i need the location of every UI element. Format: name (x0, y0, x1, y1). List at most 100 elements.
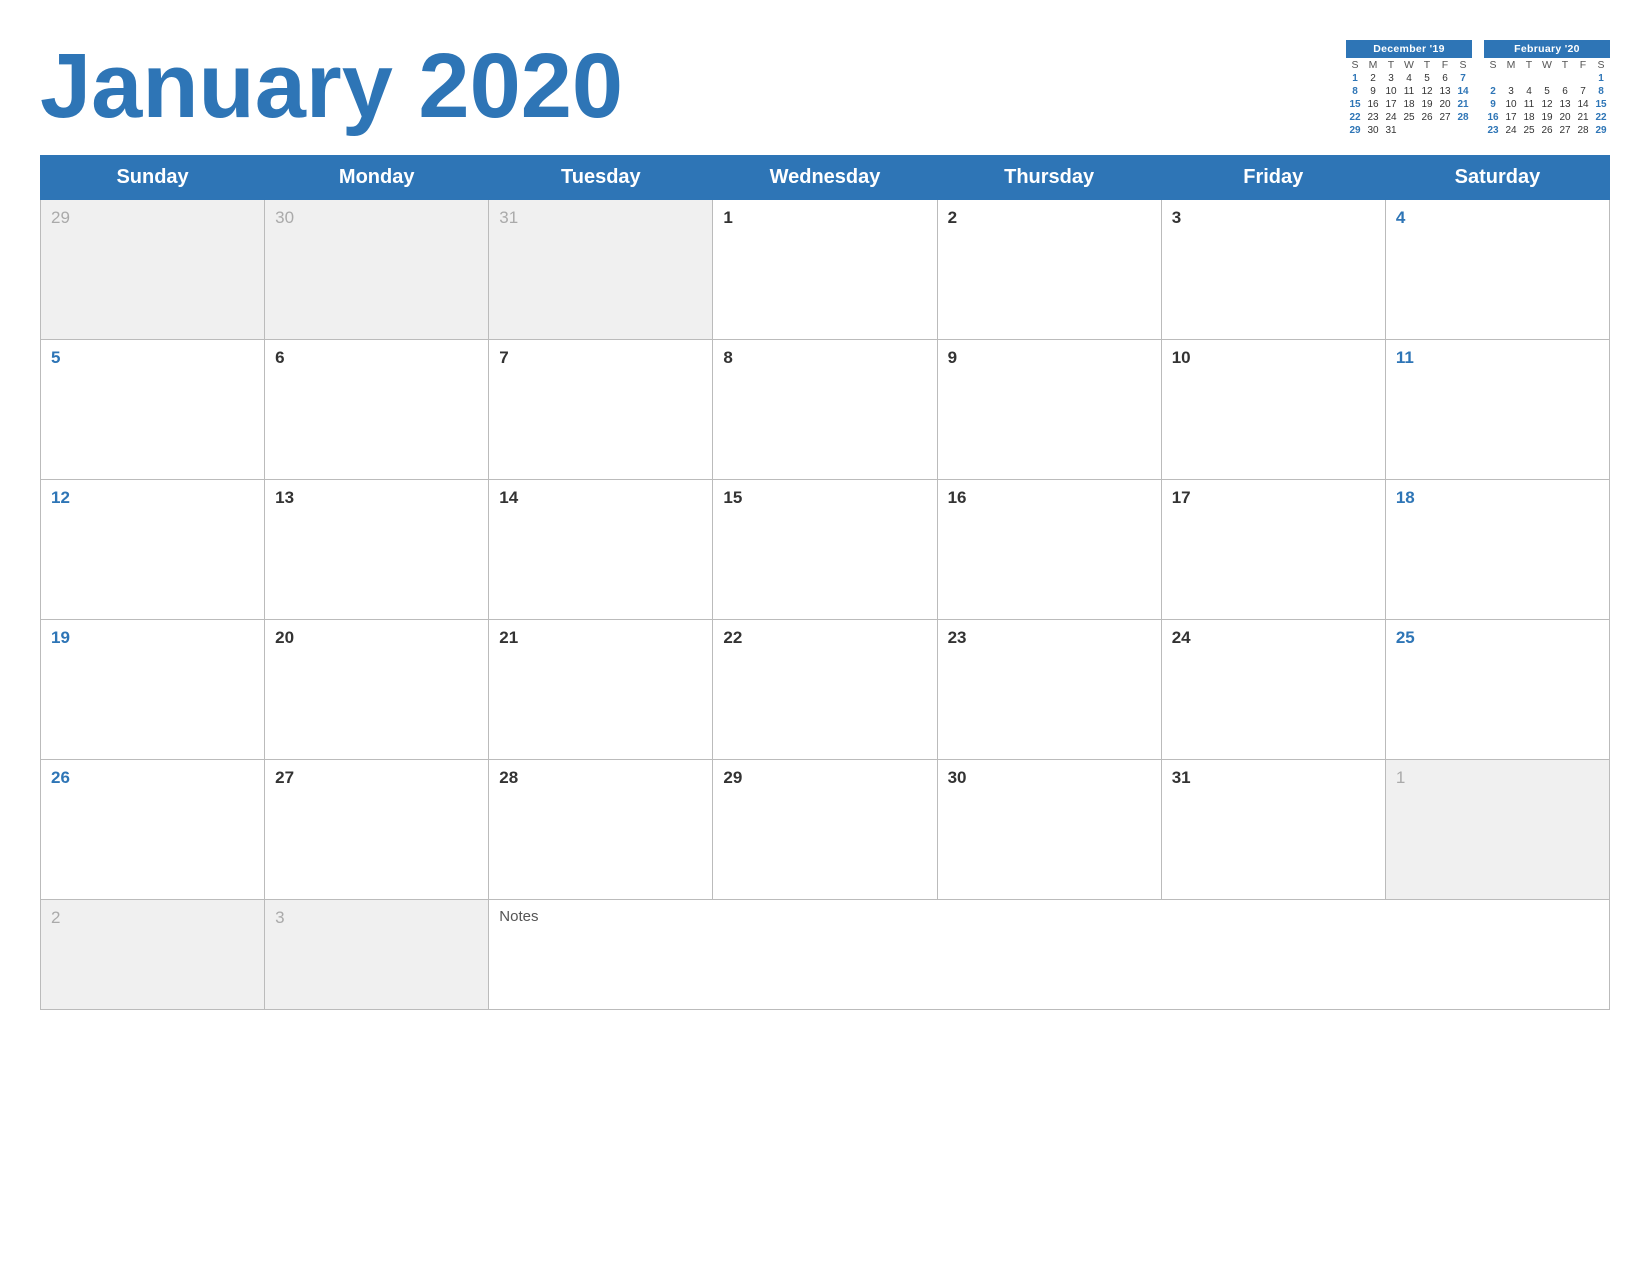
col-saturday: Saturday (1385, 156, 1609, 200)
mini-day: 2 (1364, 72, 1382, 85)
col-sunday: Sunday (41, 156, 265, 200)
calendar-day-jan13: 13 (265, 480, 489, 620)
mini-day: 9 (1484, 98, 1502, 111)
mini-col-wed: W (1538, 58, 1556, 72)
mini-day (1574, 72, 1592, 85)
calendar-day-jan17: 17 (1161, 480, 1385, 620)
header-area: January 2020 December '19 S M T W T F S … (40, 30, 1610, 137)
mini-day: 5 (1538, 85, 1556, 98)
mini-day: 3 (1502, 85, 1520, 98)
mini-col-fri: F (1436, 58, 1454, 72)
col-monday: Monday (265, 156, 489, 200)
calendar-day-jan14: 14 (489, 480, 713, 620)
calendar-day-jan7: 7 (489, 340, 713, 480)
calendar-day-dec29: 29 (41, 200, 265, 340)
calendar-day-jan31: 31 (1161, 760, 1385, 900)
mini-day: 26 (1418, 111, 1436, 124)
mini-day: 12 (1418, 85, 1436, 98)
mini-day: 15 (1346, 98, 1364, 111)
mini-day: 23 (1364, 111, 1382, 124)
mini-day: 30 (1364, 124, 1382, 137)
notes-row: 2 3 Notes (41, 900, 1610, 1010)
mini-day: 4 (1400, 72, 1418, 85)
mini-day (1556, 72, 1574, 85)
calendar-day-jan23: 23 (937, 620, 1161, 760)
mini-day: 14 (1574, 98, 1592, 111)
weekday-header-row: Sunday Monday Tuesday Wednesday Thursday… (41, 156, 1610, 200)
mini-day: 10 (1502, 98, 1520, 111)
mini-day: 22 (1592, 111, 1610, 124)
notes-cell: Notes (489, 900, 1610, 1010)
mini-day: 28 (1574, 124, 1592, 137)
col-thursday: Thursday (937, 156, 1161, 200)
mini-col-mon: M (1502, 58, 1520, 72)
calendar-day-jan26: 26 (41, 760, 265, 900)
calendar-day-jan21: 21 (489, 620, 713, 760)
calendar-day-jan15: 15 (713, 480, 937, 620)
calendar-day-jan30: 30 (937, 760, 1161, 900)
mini-day: 10 (1382, 85, 1400, 98)
col-tuesday: Tuesday (489, 156, 713, 200)
mini-day: 5 (1418, 72, 1436, 85)
mini-day: 11 (1400, 85, 1418, 98)
calendar-day-jan20: 20 (265, 620, 489, 760)
col-friday: Friday (1161, 156, 1385, 200)
mini-day: 26 (1538, 124, 1556, 137)
calendar-day-jan22: 22 (713, 620, 937, 760)
mini-day (1502, 72, 1520, 85)
mini-col-mon: M (1364, 58, 1382, 72)
calendar-day-feb2: 2 (41, 900, 265, 1010)
mini-day: 7 (1574, 85, 1592, 98)
mini-day: 27 (1556, 124, 1574, 137)
calendar-day-jan6: 6 (265, 340, 489, 480)
mini-col-sat: S (1592, 58, 1610, 72)
calendar-day-jan29: 29 (713, 760, 937, 900)
calendar-day-jan2: 2 (937, 200, 1161, 340)
calendar-day-jan9: 9 (937, 340, 1161, 480)
week-row: 12 13 14 15 16 17 18 (41, 480, 1610, 620)
calendar-day-jan8: 8 (713, 340, 937, 480)
mini-day: 21 (1574, 111, 1592, 124)
mini-day (1418, 124, 1436, 137)
mini-day: 29 (1592, 124, 1610, 137)
calendar-day-jan24: 24 (1161, 620, 1385, 760)
mini-day: 17 (1502, 111, 1520, 124)
mini-day: 18 (1520, 111, 1538, 124)
mini-day: 13 (1436, 85, 1454, 98)
mini-day: 6 (1556, 85, 1574, 98)
mini-day (1538, 72, 1556, 85)
mini-day: 20 (1556, 111, 1574, 124)
mini-col-sat: S (1454, 58, 1472, 72)
mini-col-thu: T (1556, 58, 1574, 72)
mini-day: 28 (1454, 111, 1472, 124)
main-calendar: Sunday Monday Tuesday Wednesday Thursday… (40, 155, 1610, 1010)
mini-day: 12 (1538, 98, 1556, 111)
mini-day: 24 (1502, 124, 1520, 137)
mini-day: 19 (1538, 111, 1556, 124)
mini-day: 13 (1556, 98, 1574, 111)
mini-day (1520, 72, 1538, 85)
mini-calendars: December '19 S M T W T F S 1 2 3 4 5 (1346, 40, 1610, 137)
mini-day: 8 (1346, 85, 1364, 98)
calendar-day-jan19: 19 (41, 620, 265, 760)
week-row: 29 30 31 1 2 3 4 (41, 200, 1610, 340)
calendar-day-dec31: 31 (489, 200, 713, 340)
calendar-day-jan10: 10 (1161, 340, 1385, 480)
mini-day: 23 (1484, 124, 1502, 137)
mini-day: 16 (1484, 111, 1502, 124)
mini-cal-feb: February '20 S M T W T F S (1484, 40, 1610, 137)
calendar-day-jan3: 3 (1161, 200, 1385, 340)
mini-day: 1 (1592, 72, 1610, 85)
mini-col-wed: W (1400, 58, 1418, 72)
mini-day: 25 (1400, 111, 1418, 124)
mini-day: 16 (1364, 98, 1382, 111)
page-title: January 2020 (40, 30, 623, 132)
mini-day: 22 (1346, 111, 1364, 124)
mini-cal-dec: December '19 S M T W T F S 1 2 3 4 5 (1346, 40, 1472, 137)
mini-day: 18 (1400, 98, 1418, 111)
mini-day: 27 (1436, 111, 1454, 124)
week-row: 19 20 21 22 23 24 25 (41, 620, 1610, 760)
calendar-day-jan16: 16 (937, 480, 1161, 620)
mini-day: 9 (1364, 85, 1382, 98)
calendar-day-dec30: 30 (265, 200, 489, 340)
